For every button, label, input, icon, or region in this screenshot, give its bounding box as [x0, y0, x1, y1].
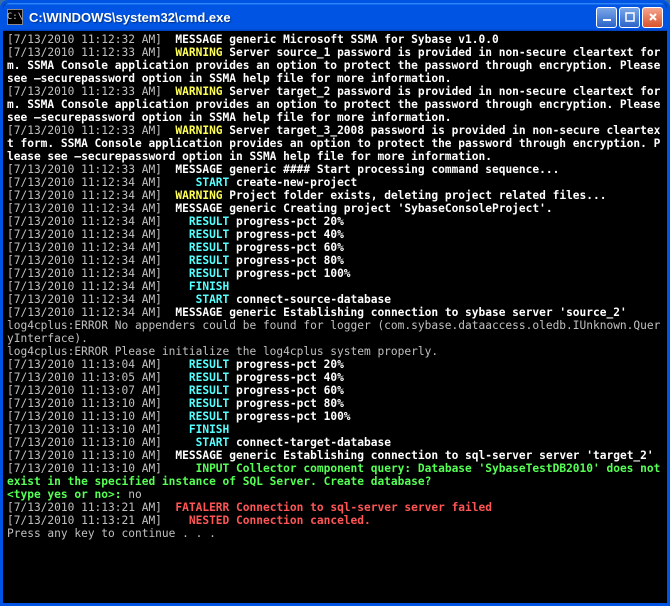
console-line: [7/13/2010 11:13:21 AM] FATALERR Connect…	[7, 501, 663, 514]
titlebar-buttons	[596, 7, 663, 28]
console-line: [7/13/2010 11:13:10 AM] RESULT progress-…	[7, 410, 663, 423]
console-line: [7/13/2010 11:13:10 AM] MESSAGE generic …	[7, 449, 663, 462]
console-line: [7/13/2010 11:13:04 AM] RESULT progress-…	[7, 358, 663, 371]
console-line: [7/13/2010 11:12:33 AM] WARNING Server t…	[7, 124, 663, 163]
titlebar[interactable]: C:\ C:\WINDOWS\system32\cmd.exe	[3, 3, 667, 31]
window-title: C:\WINDOWS\system32\cmd.exe	[29, 10, 596, 25]
cmd-window: C:\ C:\WINDOWS\system32\cmd.exe [7/13/20…	[0, 0, 670, 606]
console-line: [7/13/2010 11:13:10 AM] INPUT Collector …	[7, 462, 663, 488]
console-line: [7/13/2010 11:12:33 AM] WARNING Server t…	[7, 85, 663, 124]
minimize-button[interactable]	[596, 7, 617, 28]
console-output[interactable]: [7/13/2010 11:12:32 AM] MESSAGE generic …	[3, 31, 667, 603]
console-line: [7/13/2010 11:12:34 AM] START connect-so…	[7, 293, 663, 306]
console-line: [7/13/2010 11:13:21 AM] NESTED Connectio…	[7, 514, 663, 527]
console-line: Press any key to continue . . .	[7, 527, 663, 540]
console-line: [7/13/2010 11:12:33 AM] WARNING Server s…	[7, 46, 663, 85]
console-line: log4cplus:ERROR Please initialize the lo…	[7, 345, 663, 358]
console-line: [7/13/2010 11:13:07 AM] RESULT progress-…	[7, 384, 663, 397]
console-line: [7/13/2010 11:12:33 AM] MESSAGE generic …	[7, 163, 663, 176]
console-line: log4cplus:ERROR No appenders could be fo…	[7, 319, 663, 345]
console-line: [7/13/2010 11:12:32 AM] MESSAGE generic …	[7, 33, 663, 46]
maximize-icon	[624, 11, 636, 23]
console-line: [7/13/2010 11:13:10 AM] FINISH	[7, 423, 663, 436]
console-line: [7/13/2010 11:12:34 AM] RESULT progress-…	[7, 254, 663, 267]
console-line: [7/13/2010 11:12:34 AM] FINISH	[7, 280, 663, 293]
close-icon	[647, 11, 659, 23]
console-line: [7/13/2010 11:12:34 AM] MESSAGE generic …	[7, 202, 663, 215]
console-line: [7/13/2010 11:12:34 AM] RESULT progress-…	[7, 267, 663, 280]
console-line: <type yes or no>: no	[7, 488, 663, 501]
console-line: [7/13/2010 11:12:34 AM] MESSAGE generic …	[7, 306, 663, 319]
cmd-icon: C:\	[7, 9, 23, 25]
close-button[interactable]	[642, 7, 663, 28]
console-line: [7/13/2010 11:12:34 AM] RESULT progress-…	[7, 215, 663, 228]
console-line: [7/13/2010 11:13:10 AM] START connect-ta…	[7, 436, 663, 449]
console-line: [7/13/2010 11:13:10 AM] RESULT progress-…	[7, 397, 663, 410]
console-line: [7/13/2010 11:12:34 AM] START create-new…	[7, 176, 663, 189]
minimize-icon	[601, 11, 613, 23]
console-line: [7/13/2010 11:12:34 AM] RESULT progress-…	[7, 228, 663, 241]
maximize-button[interactable]	[619, 7, 640, 28]
console-line: [7/13/2010 11:13:05 AM] RESULT progress-…	[7, 371, 663, 384]
console-line: [7/13/2010 11:12:34 AM] RESULT progress-…	[7, 241, 663, 254]
console-line: [7/13/2010 11:12:34 AM] WARNING Project …	[7, 189, 663, 202]
